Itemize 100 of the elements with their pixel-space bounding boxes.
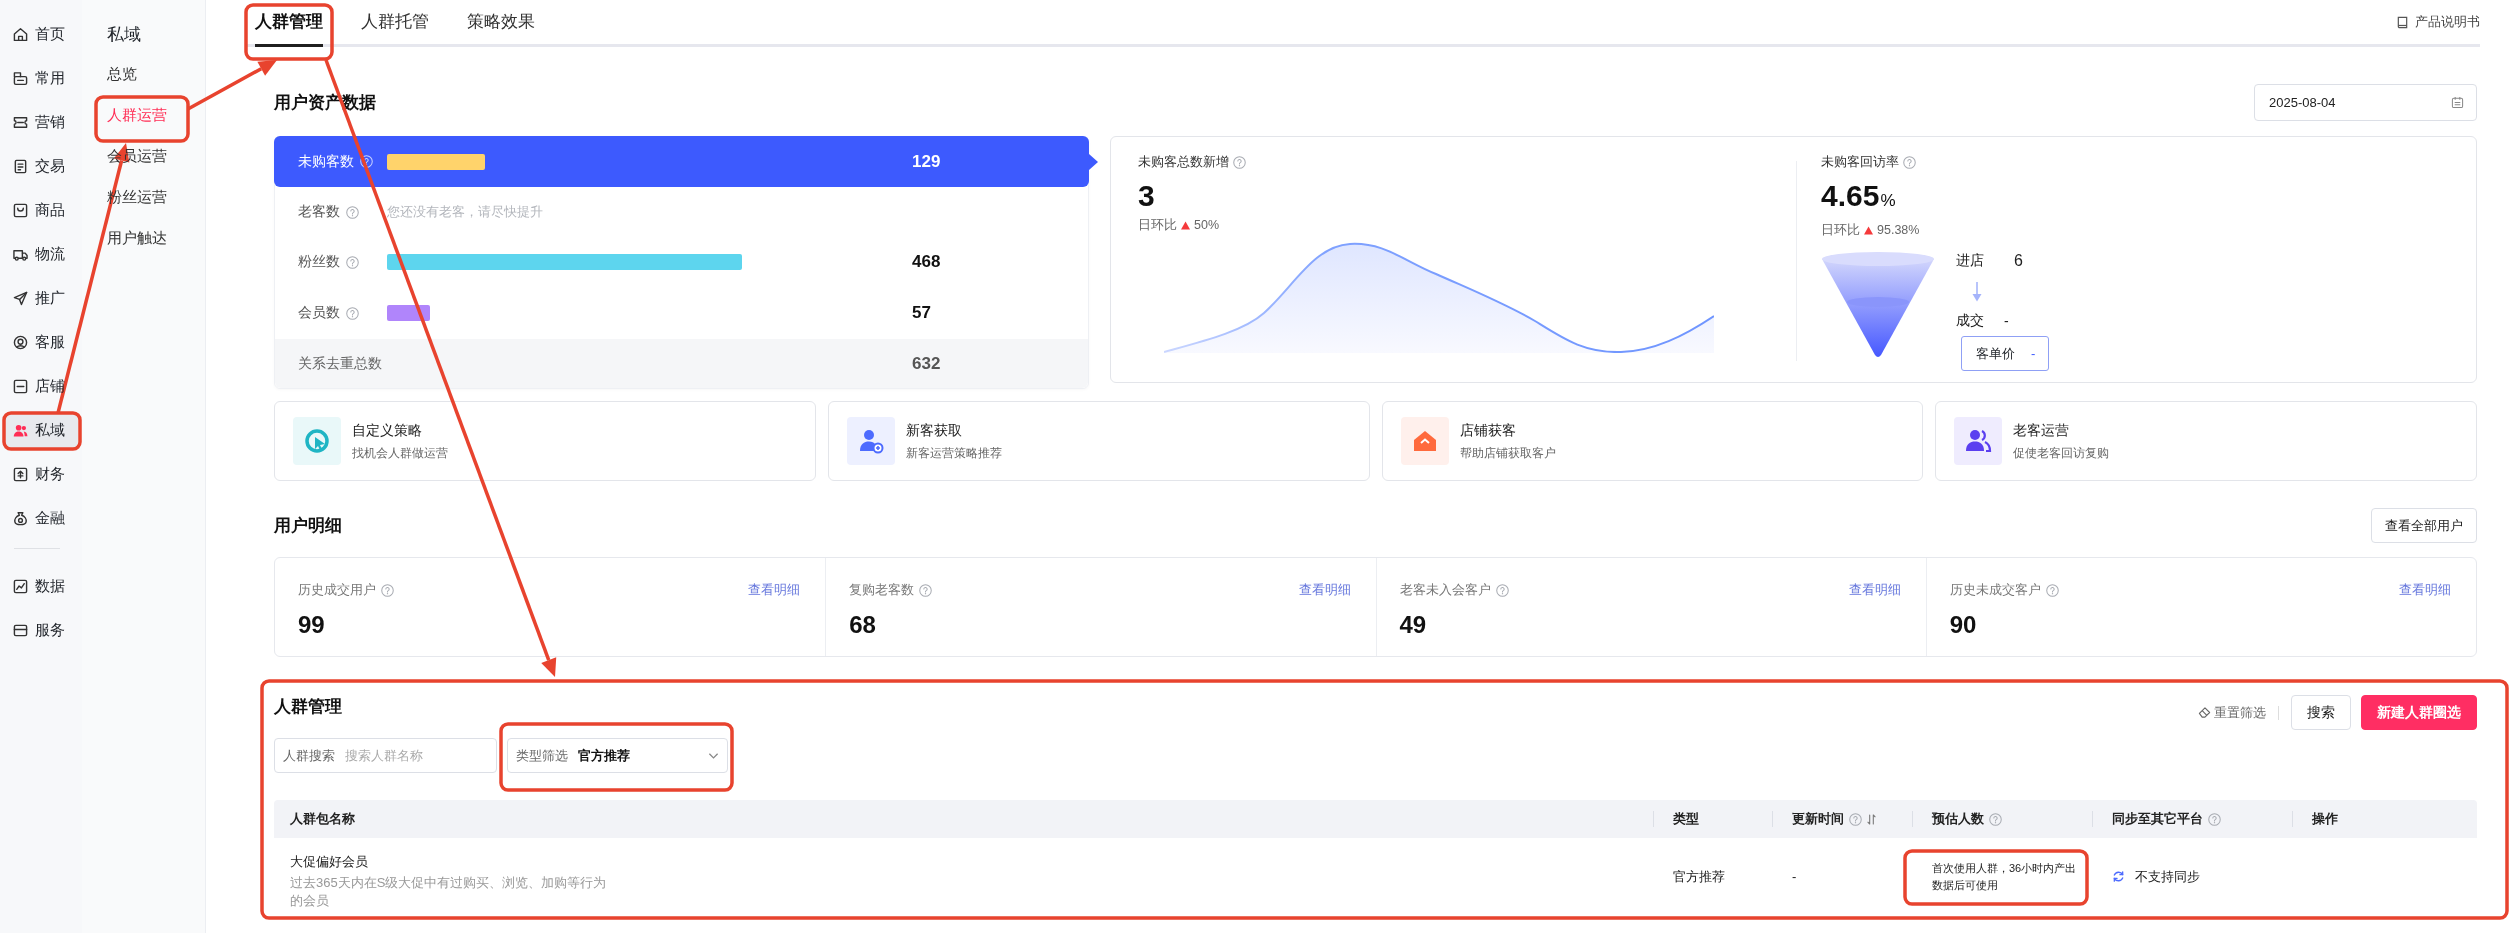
view-detail-link[interactable]: 查看明细: [1848, 581, 1901, 599]
metric-label: 历史成交用户: [298, 581, 376, 599]
pointer-icon: [1089, 153, 1098, 170]
minus-square-icon: [13, 379, 28, 394]
eraser-icon: [2198, 706, 2211, 719]
card-icon: [13, 623, 28, 638]
crowd-description: 过去365天内在S级大促中有过购买、浏览、加购等行为的会员: [290, 874, 608, 910]
type-filter-select[interactable]: 类型筛选 官方推荐: [507, 738, 728, 773]
asset-row[interactable]: 会员数 57: [275, 287, 1088, 339]
view-detail-link[interactable]: 查看明细: [1298, 581, 1351, 599]
compare-label: 日环比: [1821, 222, 1860, 239]
manual-link[interactable]: 产品说明书: [2396, 13, 2480, 31]
metric-label: 复购老客数: [849, 581, 915, 599]
compare-change: 50%: [1194, 217, 1220, 234]
user-circle-icon: [13, 335, 28, 350]
help-icon: [346, 205, 359, 219]
nav-item[interactable]: 数据: [4, 569, 78, 604]
chevron-down-icon: [708, 751, 719, 760]
section-title: 人群管理: [274, 696, 342, 718]
asset-count: 468: [912, 252, 941, 272]
calendar-icon: [2451, 96, 2464, 109]
nav-item[interactable]: 商品: [4, 193, 78, 228]
funnel-value: 6: [2014, 252, 2023, 270]
estimate-note: 首次使用人群，36小时内产出数据后可使用: [1932, 860, 2078, 893]
nav-item[interactable]: 常用: [4, 61, 78, 96]
book-icon: [2396, 15, 2409, 29]
help-icon: [360, 155, 373, 168]
submenu-item[interactable]: 总览: [107, 54, 137, 95]
metric-value: 4.65%: [1821, 178, 1896, 214]
nav-item[interactable]: 金融: [4, 501, 78, 536]
funnel-label: 成交: [1956, 312, 1984, 330]
refresh-icon: [2112, 870, 2125, 883]
metric-value: 3: [1138, 178, 1155, 214]
asset-row[interactable]: 老客数 您还没有老客，请尽快提升: [275, 187, 1088, 237]
view-detail-link[interactable]: 查看明细: [748, 581, 801, 599]
nav-item[interactable]: 推广: [4, 281, 78, 316]
compare-label: 日环比: [1138, 217, 1177, 234]
column-title: 类型: [1673, 810, 1699, 828]
asset-count: 129: [912, 151, 941, 172]
tab[interactable]: 人群托管: [361, 0, 429, 47]
asset-label: 会员数: [298, 304, 340, 322]
metric-title: 未购客回访率: [1821, 153, 1899, 171]
house-icon: [1400, 417, 1449, 465]
crowd-search-field[interactable]: 人群搜索 搜索人群名称: [274, 738, 497, 773]
tab[interactable]: 人群管理: [255, 0, 323, 47]
create-crowd-button[interactable]: 新建人群圈选: [2361, 695, 2477, 730]
nav-item[interactable]: 物流: [4, 237, 78, 272]
reset-filter-link[interactable]: 重置筛选: [2198, 703, 2266, 722]
strategy-card[interactable]: 新客获取 新客运营策略推荐: [827, 401, 1370, 481]
tab[interactable]: 策略效果: [467, 0, 535, 47]
nav-item[interactable]: 服务: [4, 613, 78, 648]
empty-hint: 您还没有老客，请尽快提升: [387, 203, 543, 221]
asset-row[interactable]: 粉丝数 468: [275, 237, 1088, 287]
truck-icon: [13, 247, 28, 262]
search-input[interactable]: 搜索人群名称: [345, 745, 465, 766]
strategy-card[interactable]: 店铺获客 帮助店铺获取客户: [1381, 401, 1924, 481]
view-detail-link[interactable]: 查看明细: [2399, 581, 2451, 599]
asset-label: 未购客数: [298, 152, 354, 171]
section-title: 用户明细: [274, 515, 342, 537]
field-label: 人群搜索: [283, 746, 335, 765]
line-chart-icon: [13, 579, 28, 594]
metric-value: 49: [1399, 610, 1427, 640]
sort-icon[interactable]: [1867, 813, 1876, 825]
asset-label: 粉丝数: [298, 253, 340, 271]
bag-icon: [13, 203, 28, 218]
asset-label: 老客数: [298, 203, 340, 221]
nav-item[interactable]: 营销: [4, 105, 78, 140]
submenu-item[interactable]: 用户触达: [107, 218, 167, 259]
asset-count: 57: [912, 303, 931, 323]
crowd-type: 官方推荐: [1673, 868, 1725, 884]
help-icon: [1233, 155, 1246, 169]
total-count: 632: [912, 353, 941, 374]
document-icon: [13, 159, 28, 174]
help-icon: [1903, 155, 1916, 169]
column-title: 更新时间: [1792, 810, 1844, 828]
column-title: 人群包名称: [290, 810, 355, 828]
help-icon: [2045, 583, 2059, 597]
send-icon: [13, 291, 28, 306]
help-icon: [1495, 583, 1509, 597]
strategy-card[interactable]: 老客运营 促使老客回访复购: [1935, 401, 2477, 481]
submenu-title: 私域: [107, 24, 141, 46]
metric-title: 未购客总数新增: [1138, 153, 1229, 171]
sync-status: 不支持同步: [2135, 867, 2200, 886]
users-icon: [13, 423, 28, 438]
nav-item[interactable]: 首页: [4, 17, 78, 52]
view-all-users-button[interactable]: 查看全部用户: [2371, 508, 2477, 543]
column-title: 同步至其它平台: [2112, 810, 2203, 828]
strategy-card[interactable]: 自定义策略 找机会人群做运营: [274, 401, 816, 481]
date-picker[interactable]: 2025-08-04: [2254, 84, 2477, 121]
submenu-item[interactable]: 人群运营: [107, 95, 167, 136]
nav-item[interactable]: 财务: [4, 457, 78, 492]
ticket-icon: [13, 115, 28, 130]
cursor-icon: [293, 417, 341, 465]
nav-item[interactable]: 交易: [4, 149, 78, 184]
home-icon: [13, 27, 28, 42]
column-title: 操作: [2312, 810, 2338, 828]
search-button[interactable]: 搜索: [2291, 695, 2351, 730]
metric-label: 老客未入会客户: [1399, 581, 1491, 599]
update-time: -: [1792, 869, 1797, 884]
nav-item[interactable]: 客服: [4, 325, 78, 360]
